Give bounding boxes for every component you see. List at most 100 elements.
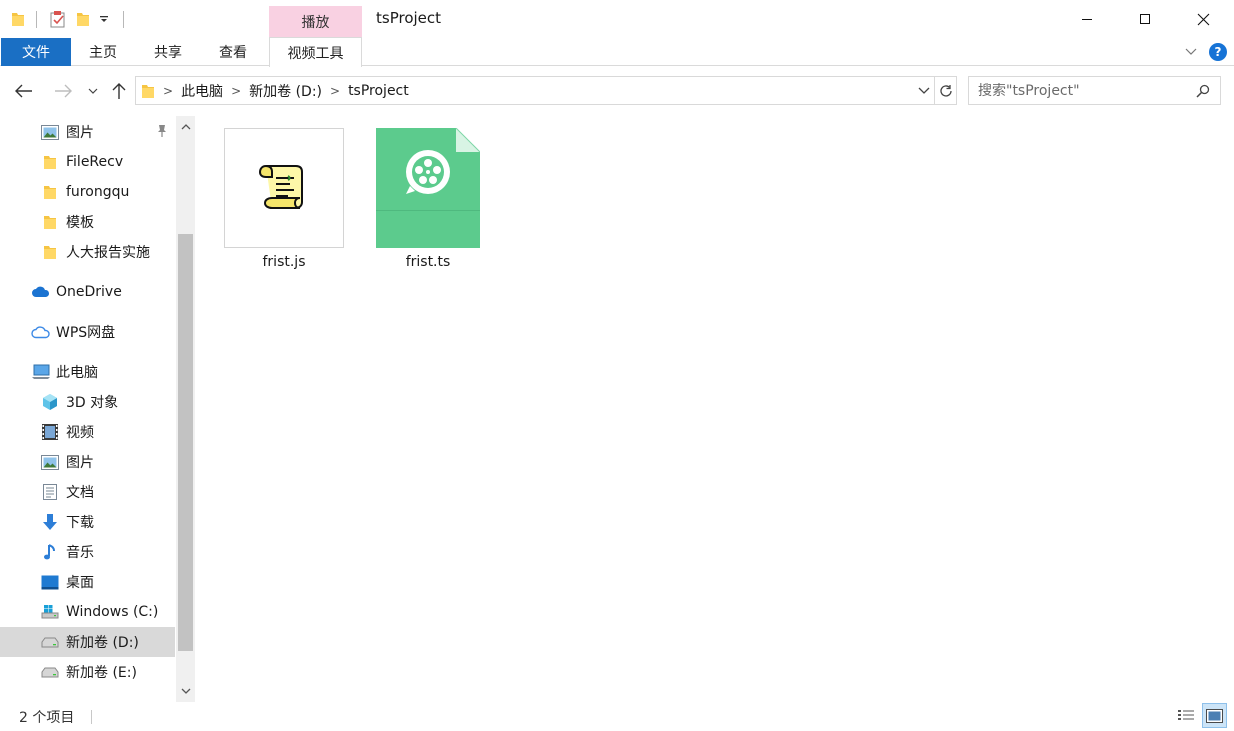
videos-icon	[41, 423, 59, 441]
close-button[interactable]	[1174, 0, 1232, 38]
breadcrumb-separator-icon[interactable]: >	[330, 84, 340, 98]
chevron-down-icon	[181, 688, 190, 694]
expand-ribbon-button[interactable]	[1184, 44, 1198, 58]
new-folder-icon[interactable]	[74, 9, 92, 29]
sidebar-item-label: 图片	[66, 125, 94, 141]
navigation-row: > 此电脑 > 新加卷 (D:) > tsProject	[0, 68, 1234, 112]
folder-icon	[10, 9, 26, 29]
sidebar-item-this-pc[interactable]: 此电脑	[0, 357, 175, 387]
folder-icon	[41, 153, 59, 171]
sidebar-item-wps-cloud[interactable]: WPS网盘	[0, 317, 175, 347]
sidebar-item-label: 新加卷 (E:)	[66, 665, 137, 681]
large-icons-view-button[interactable]	[1202, 703, 1227, 728]
drive-icon	[41, 633, 59, 651]
folder-icon	[141, 83, 155, 99]
window-title: tsProject	[376, 9, 442, 27]
breadcrumb-this-pc[interactable]: 此电脑	[181, 81, 223, 101]
ribbon-tab-row: 文件 主页 共享 查看 视频工具 ?	[0, 37, 1234, 67]
sidebar-item-label: Windows (C:)	[66, 604, 159, 620]
help-button[interactable]: ?	[1209, 43, 1227, 61]
minimize-icon	[1082, 19, 1092, 20]
sidebar-item-pictures[interactable]: 图片	[0, 447, 175, 477]
address-history-button[interactable]	[918, 86, 930, 96]
recent-locations-button[interactable]	[85, 79, 101, 103]
sidebar-item-drive-c[interactable]: Windows (C:)	[0, 597, 175, 627]
sidebar-item-label: WPS网盘	[56, 325, 116, 341]
tab-view[interactable]: 查看	[204, 38, 262, 66]
file-name: frist.js	[262, 254, 306, 270]
pictures-icon	[41, 453, 59, 471]
details-view-icon	[1178, 710, 1194, 720]
refresh-icon	[939, 84, 952, 97]
sidebar-item-label: 图片	[66, 455, 94, 471]
sidebar-item-furongqu[interactable]: furongqu	[0, 177, 175, 207]
qat-separator	[36, 11, 37, 28]
refresh-button[interactable]	[935, 76, 957, 105]
3d-objects-icon	[41, 393, 59, 411]
sidebar-item-label: 音乐	[66, 545, 94, 561]
folder-icon	[41, 183, 59, 201]
wps-cloud-icon	[31, 323, 51, 341]
windows-drive-icon	[41, 603, 59, 621]
minimize-button[interactable]	[1058, 0, 1116, 38]
pin-icon[interactable]	[156, 124, 168, 138]
music-icon	[41, 543, 59, 561]
large-icons-view-icon	[1206, 708, 1223, 723]
tab-video-tools[interactable]: 视频工具	[269, 37, 362, 67]
chevron-down-icon	[1185, 48, 1197, 55]
sidebar-item-label: OneDrive	[56, 284, 122, 300]
sidebar-item-label: FileRecv	[66, 154, 124, 170]
scroll-down-button[interactable]	[176, 680, 195, 702]
sidebar-item-onedrive[interactable]: OneDrive	[0, 277, 175, 307]
breadcrumb-drive-d[interactable]: 新加卷 (D:)	[249, 81, 322, 101]
properties-icon[interactable]	[48, 9, 68, 29]
sidebar-item-desktop[interactable]: 桌面	[0, 567, 175, 597]
file-item[interactable]: frist.js	[222, 128, 346, 288]
sidebar-item-label: 视频	[66, 425, 94, 441]
sidebar-item-documents[interactable]: 文档	[0, 477, 175, 507]
file-item[interactable]: MPG frist.ts	[366, 128, 635, 288]
tab-file[interactable]: 文件	[1, 38, 71, 66]
sidebar-item-music[interactable]: 音乐	[0, 537, 175, 567]
sidebar-scrollbar[interactable]	[176, 116, 195, 702]
sidebar-item-drive-d[interactable]: 新加卷 (D:)	[0, 627, 175, 657]
sidebar-item-pictures-quick[interactable]: 图片	[0, 117, 175, 147]
maximize-button[interactable]	[1116, 0, 1174, 38]
search-box[interactable]	[968, 76, 1221, 105]
search-input[interactable]	[978, 82, 1188, 99]
mpg-badge: MPG	[574, 223, 636, 253]
sidebar-item-templates[interactable]: 模板	[0, 207, 175, 237]
up-button[interactable]	[108, 79, 130, 103]
item-count: 2 个项目	[19, 710, 75, 726]
folder-icon	[41, 213, 59, 231]
search-icon[interactable]	[1196, 84, 1210, 98]
forward-button[interactable]	[51, 79, 75, 103]
breadcrumb-separator-icon[interactable]: >	[231, 84, 241, 98]
sidebar-item-filerecv[interactable]: FileRecv	[0, 147, 175, 177]
sidebar-item-3d-objects[interactable]: 3D 对象	[0, 387, 175, 417]
address-bar[interactable]: > 此电脑 > 新加卷 (D:) > tsProject	[135, 76, 935, 105]
sidebar-item-videos[interactable]: 视频	[0, 417, 175, 447]
scroll-thumb[interactable]	[178, 234, 193, 651]
details-view-button[interactable]	[1176, 706, 1196, 726]
arrow-up-icon	[112, 83, 126, 99]
status-bar: 2 个项目	[0, 702, 1234, 731]
sidebar-item-drive-e[interactable]: 新加卷 (E:)	[0, 657, 175, 687]
breadcrumb-separator-icon[interactable]: >	[163, 84, 173, 98]
downloads-icon	[41, 513, 59, 531]
breadcrumb-tsproject[interactable]: tsProject	[348, 83, 409, 99]
tab-home[interactable]: 主页	[74, 38, 132, 66]
sidebar-item-label: 文档	[66, 485, 94, 501]
tab-share[interactable]: 共享	[139, 38, 197, 66]
this-pc-icon	[31, 363, 51, 381]
customize-qat-icon[interactable]	[97, 9, 111, 29]
sidebar-item-label: furongqu	[66, 184, 130, 200]
scroll-up-button[interactable]	[176, 116, 195, 138]
sidebar-item-label: 下载	[66, 515, 94, 531]
sidebar-item-downloads[interactable]: 下载	[0, 507, 175, 537]
back-button[interactable]	[12, 79, 36, 103]
sidebar-item-report[interactable]: 人大报告实施	[0, 237, 175, 267]
chevron-down-icon	[88, 88, 98, 94]
file-list: frist.js MPG frist.ts	[200, 116, 1234, 702]
file-name: frist.ts	[405, 254, 451, 270]
